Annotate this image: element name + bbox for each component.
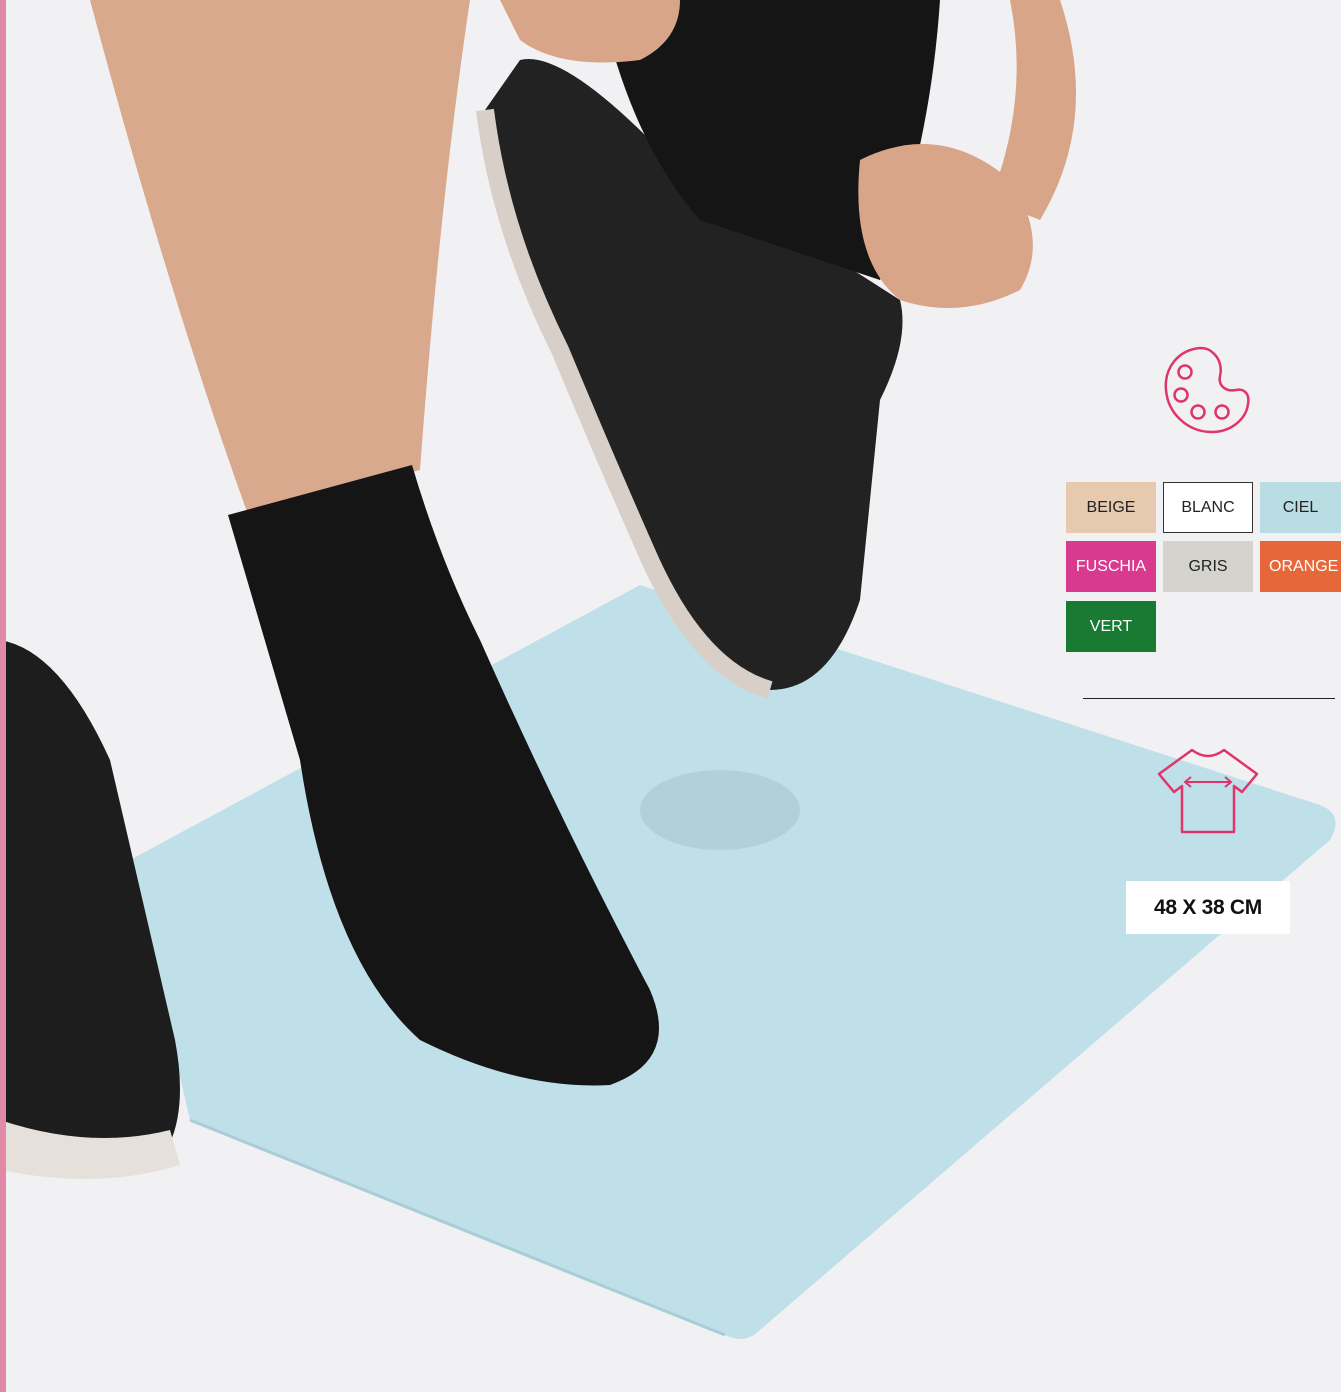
product-photo: [0, 0, 1341, 1392]
color-swatches: BEIGE BLANC CIEL FUSCHIA GRIS ORANGE VER…: [1066, 482, 1341, 654]
tshirt-width-icon: [1157, 748, 1259, 834]
section-divider: [1083, 698, 1335, 699]
swatch-label: BEIGE: [1086, 498, 1136, 516]
swatch-label: VERT: [1089, 617, 1133, 635]
swatch-beige[interactable]: BEIGE: [1066, 482, 1156, 533]
swatch-label: GRIS: [1188, 557, 1228, 575]
palette-icon: [1164, 346, 1250, 434]
left-edge-accent: [0, 0, 6, 1392]
swatch-label: CIEL: [1282, 498, 1319, 516]
swatch-gris[interactable]: GRIS: [1163, 541, 1253, 592]
size-label: 48 X 38 CM: [1126, 881, 1290, 934]
swatch-orange[interactable]: ORANGE: [1260, 541, 1341, 592]
swatch-vert[interactable]: VERT: [1066, 601, 1156, 652]
swatch-ciel[interactable]: CIEL: [1260, 482, 1341, 533]
swatch-label: ORANGE: [1269, 557, 1339, 575]
swatch-label: BLANC: [1181, 498, 1235, 516]
swatch-fuschia[interactable]: FUSCHIA: [1066, 541, 1156, 592]
swatch-label: FUSCHIA: [1075, 557, 1147, 575]
swatch-blanc[interactable]: BLANC: [1163, 482, 1253, 533]
